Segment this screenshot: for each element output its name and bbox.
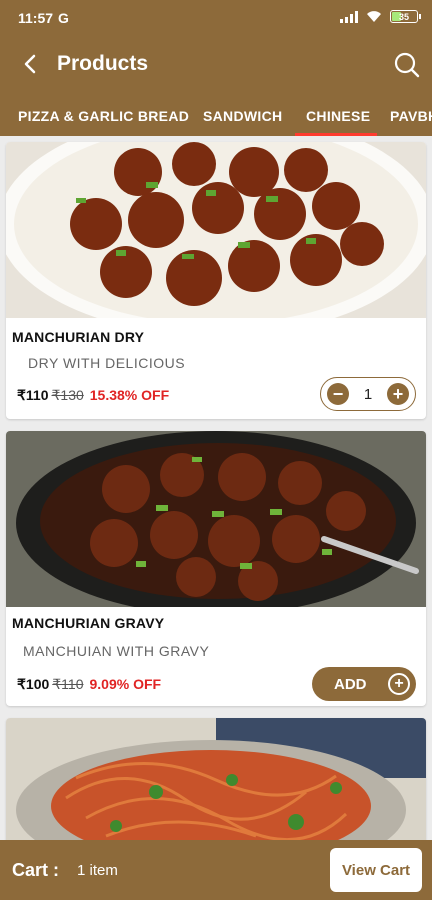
add-button[interactable]: ADD + [312, 667, 416, 701]
back-button[interactable] [16, 50, 44, 78]
google-icon: G [58, 10, 69, 26]
tab-pizza-garlic-bread[interactable]: PIZZA & GARLIC BREAD [18, 108, 189, 124]
tab-pavbhaji[interactable]: PAVBH [390, 108, 432, 124]
product-card[interactable] [6, 718, 426, 848]
tab-sandwich[interactable]: SANDWICH [203, 108, 282, 124]
product-image [6, 142, 426, 318]
cart-item-count: 1 item [77, 862, 118, 879]
battery-icon: 35 [390, 10, 421, 23]
battery-level: 35 [398, 11, 409, 22]
product-mrp: ₹130 [51, 387, 84, 403]
quantity-stepper: − 1 + [320, 377, 416, 411]
product-image [6, 718, 426, 848]
back-arrow-icon [24, 54, 36, 74]
add-button-label: ADD [334, 675, 367, 693]
product-mrp: ₹110 [52, 676, 84, 692]
product-card[interactable]: MANCHURIAN GRAVY MANCHUIAN WITH GRAVY ₹1… [6, 431, 426, 706]
status-bar: 11:57 G 35 [0, 0, 432, 36]
product-description: DRY WITH DELICIOUS [28, 355, 186, 371]
discount-badge: 9.09% OFF [89, 676, 162, 692]
category-tabs: PIZZA & GARLIC BREAD SANDWICH CHINESE PA… [0, 100, 432, 136]
page-title: Products [57, 52, 149, 75]
tab-chinese[interactable]: CHINESE [306, 108, 370, 124]
search-button[interactable] [392, 50, 422, 80]
product-price: ₹100 [17, 676, 50, 692]
status-time: 11:57 [18, 10, 54, 26]
view-cart-button[interactable]: View Cart [330, 848, 422, 892]
product-name: MANCHURIAN DRY [12, 329, 145, 345]
plus-icon: + [388, 673, 410, 695]
product-image [6, 431, 426, 607]
product-description: MANCHUIAN WITH GRAVY [23, 643, 210, 659]
wifi-icon [367, 11, 381, 22]
price-row: ₹110 ₹130 15.38% OFF [17, 387, 169, 404]
quantity-value: 1 [363, 385, 373, 403]
product-name: MANCHURIAN GRAVY [12, 615, 165, 631]
signal-icon [340, 10, 358, 23]
increment-button[interactable]: + [387, 383, 409, 405]
cart-label: Cart : [12, 860, 60, 880]
app-header: 11:57 G 35 Products PIZZA & GARLIC BREAD… [0, 0, 432, 136]
cart-bar: Cart : 1 item View Cart [0, 840, 432, 900]
price-row: ₹100 ₹110 9.09% OFF [17, 676, 161, 693]
discount-badge: 15.38% OFF [89, 387, 170, 403]
product-card[interactable]: MANCHURIAN DRY DRY WITH DELICIOUS ₹110 ₹1… [6, 142, 426, 419]
product-price: ₹110 [17, 387, 49, 403]
search-icon [394, 52, 420, 78]
active-tab-indicator [295, 133, 377, 136]
status-icons: 35 [340, 10, 421, 23]
decrement-button[interactable]: − [327, 383, 349, 405]
